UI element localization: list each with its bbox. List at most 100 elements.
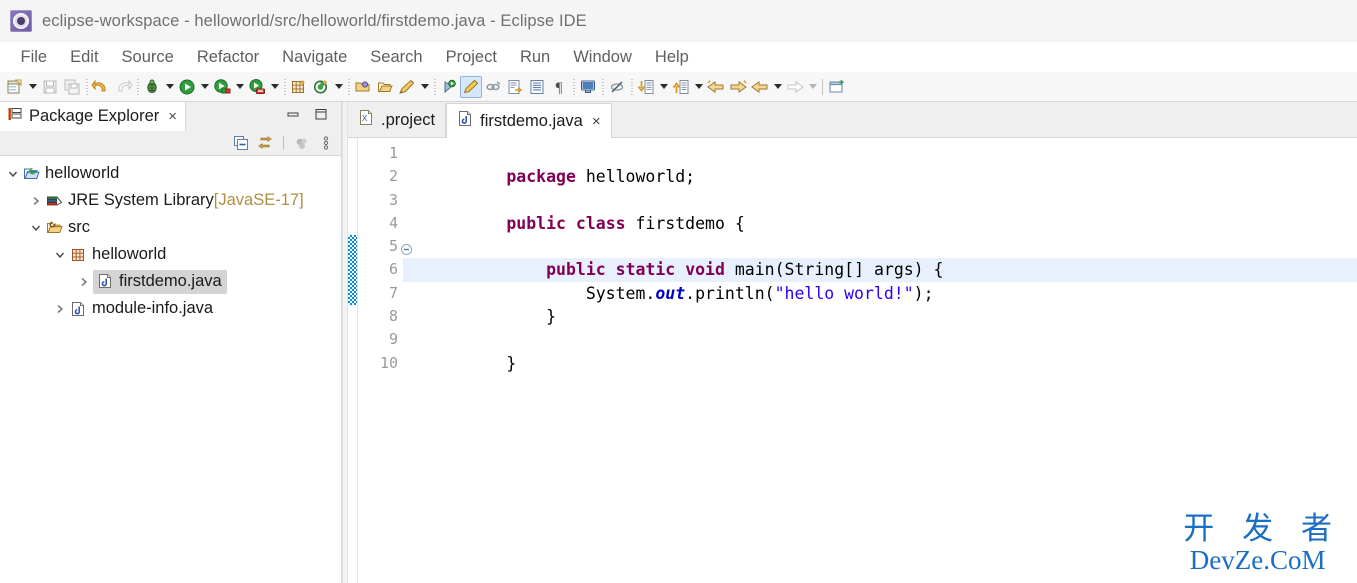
title-bar: eclipse-workspace - helloworld/src/hello… <box>0 0 1357 42</box>
dropdown-arrow-icon[interactable] <box>332 76 345 98</box>
menu-window[interactable]: Window <box>562 42 644 72</box>
menu-source[interactable]: Source <box>110 42 185 72</box>
tree-row-firstdemo-java[interactable]: firstdemo.java <box>0 268 341 295</box>
dropdown-arrow-icon[interactable] <box>233 76 246 98</box>
tool-bar: ¶ <box>0 72 1357 102</box>
redo-icon <box>112 76 134 98</box>
package-explorer-icon <box>7 106 23 127</box>
coverage-icon[interactable] <box>211 76 233 98</box>
tree-row-project[interactable]: helloworld <box>0 160 341 187</box>
tree-row-src[interactable]: src <box>0 214 341 241</box>
menu-search[interactable]: Search <box>359 42 434 72</box>
menu-edit[interactable]: Edit <box>59 42 110 72</box>
open-declaration-icon[interactable] <box>504 76 526 98</box>
dropdown-arrow-icon[interactable] <box>657 76 670 98</box>
tab-package-explorer[interactable]: Package Explorer × <box>0 102 187 131</box>
token-plain: .println( <box>685 283 775 303</box>
tree-row-jre-library[interactable]: JRE System Library [JavaSE-17] <box>0 187 341 214</box>
line-number: 3 <box>388 190 398 209</box>
token-plain: } <box>506 353 517 373</box>
line-number: 6 <box>388 260 398 279</box>
dropdown-arrow-icon[interactable] <box>198 76 211 98</box>
maximize-button[interactable] <box>314 107 328 126</box>
token-field: out <box>655 283 686 303</box>
collapse-all-icon[interactable] <box>232 134 250 152</box>
token-keyword: public <box>506 213 566 233</box>
skip-breakpoints-icon[interactable] <box>438 76 460 98</box>
debug-icon[interactable] <box>141 76 163 98</box>
line-number: 9 <box>388 330 398 349</box>
menu-navigate[interactable]: Navigate <box>271 42 359 72</box>
menu-file[interactable]: File <box>9 42 59 72</box>
toggle-mark-occurrences-icon[interactable] <box>460 75 482 98</box>
tree-selected-label-wrap[interactable]: firstdemo.java <box>93 269 227 294</box>
back-icon[interactable] <box>749 76 771 98</box>
previous-annotation-icon[interactable] <box>670 76 692 98</box>
svg-text:¶: ¶ <box>556 80 563 96</box>
editor-tab-firstdemo-java[interactable]: firstdemo.java × <box>446 103 612 138</box>
open-type-icon[interactable] <box>352 76 374 98</box>
token-keyword: public <box>546 260 606 280</box>
link-with-editor-icon[interactable] <box>256 134 274 152</box>
back-history-icon[interactable] <box>705 76 727 98</box>
xml-file-icon: X <box>358 109 374 131</box>
forward-history-icon[interactable] <box>727 76 749 98</box>
show-outline-icon[interactable] <box>526 76 548 98</box>
show-whitespace-icon[interactable]: ¶ <box>548 76 570 98</box>
project-tree[interactable]: helloworld JRE System Library [JavaSE-17 <box>0 156 341 583</box>
twisty-expanded-icon[interactable] <box>27 214 45 241</box>
code-content[interactable]: package helloworld; public class firstde… <box>403 138 1357 583</box>
no-annotations-icon[interactable] <box>606 76 628 98</box>
dropdown-arrow-icon[interactable] <box>771 76 784 98</box>
twisty-collapsed-icon[interactable] <box>27 187 45 214</box>
link-icon[interactable] <box>482 76 504 98</box>
svg-text:X: X <box>362 114 368 123</box>
tree-row-module-info-java[interactable]: module-info.java <box>0 295 341 322</box>
twisty-expanded-icon[interactable] <box>51 241 69 268</box>
eclipse-icon <box>10 10 32 32</box>
twisty-collapsed-icon[interactable] <box>75 268 93 295</box>
tree-label-src: src <box>68 218 90 236</box>
dropdown-arrow-icon[interactable] <box>26 76 39 98</box>
dropdown-arrow-icon[interactable] <box>268 76 281 98</box>
tree-row-package[interactable]: helloworld <box>0 241 341 268</box>
editor-tab-project[interactable]: X .project <box>348 103 447 137</box>
run-icon[interactable] <box>176 76 198 98</box>
search-icon[interactable] <box>396 76 418 98</box>
code-line: } <box>403 328 1357 373</box>
token-plain: ); <box>913 283 934 303</box>
menu-refactor[interactable]: Refactor <box>185 42 270 72</box>
twisty-collapsed-icon[interactable] <box>51 295 69 322</box>
run-external-tools-icon[interactable] <box>246 76 268 98</box>
view-window-buttons <box>286 102 341 131</box>
open-task-icon[interactable] <box>374 76 396 98</box>
editor-body[interactable]: 1 2 3 4 5 6 7 8 9 10 package helloworld;… <box>348 138 1357 583</box>
minimize-button[interactable] <box>286 107 300 126</box>
dropdown-arrow-icon[interactable] <box>163 76 176 98</box>
new-java-project-icon[interactable] <box>288 76 310 98</box>
new-java-class-icon[interactable] <box>310 76 332 98</box>
menu-help[interactable]: Help <box>643 42 700 72</box>
twisty-expanded-icon[interactable] <box>4 160 22 187</box>
next-annotation-icon[interactable] <box>635 76 657 98</box>
new-wizard-icon[interactable] <box>4 76 26 98</box>
console-icon[interactable] <box>577 76 599 98</box>
focus-active-task-icon[interactable] <box>293 134 311 152</box>
view-menu-icon[interactable] <box>317 134 335 152</box>
close-icon[interactable]: × <box>592 113 601 130</box>
line-number: 2 <box>388 167 398 186</box>
close-icon[interactable]: × <box>168 108 177 125</box>
menu-project[interactable]: Project <box>434 42 508 72</box>
editor-tab-row: X .project firstdemo.java × <box>348 102 1357 138</box>
tree-label-module-info-java: module-info.java <box>92 299 214 317</box>
dropdown-arrow-icon[interactable] <box>418 76 431 98</box>
package-explorer-view: Package Explorer × helloworld JRE System… <box>0 102 342 583</box>
menu-run[interactable]: Run <box>508 42 561 72</box>
new-window-icon[interactable] <box>826 76 848 98</box>
line-number: 7 <box>388 283 398 302</box>
undo-icon[interactable] <box>90 76 112 98</box>
token-plain: System. <box>506 283 656 303</box>
dropdown-arrow-icon[interactable] <box>692 76 705 98</box>
toolbar-separator <box>628 76 635 98</box>
